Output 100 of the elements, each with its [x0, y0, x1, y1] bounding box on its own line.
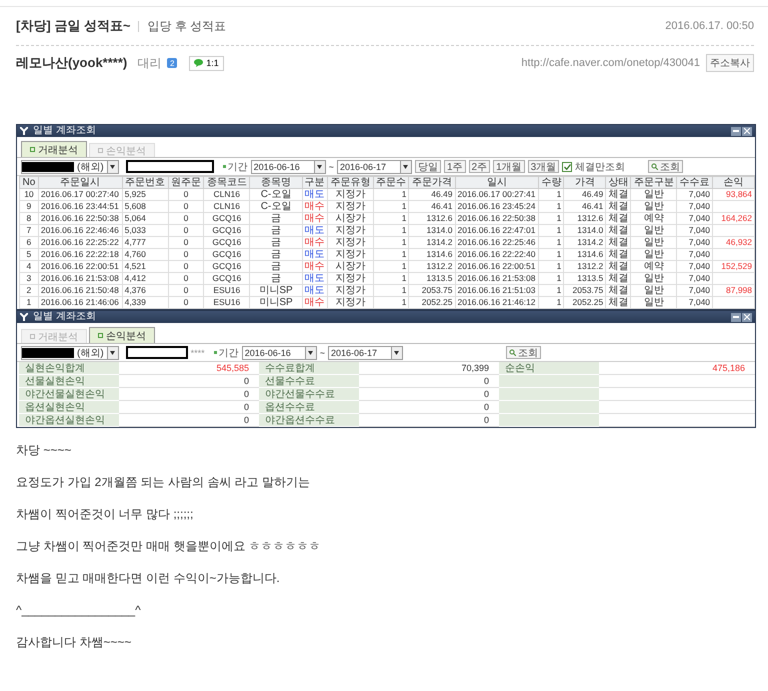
table-cell: 4: [20, 260, 38, 272]
author-name[interactable]: 레모나산(yook****): [16, 54, 128, 72]
account-dropdown[interactable]: (해외): [21, 346, 119, 360]
tab[interactable]: 손익분석: [89, 327, 155, 343]
dropdown-button[interactable]: [304, 346, 316, 358]
range-button[interactable]: 2주: [468, 160, 490, 173]
column-header[interactable]: 주문일시: [38, 176, 122, 188]
table-cell: 체결: [606, 224, 631, 236]
table-cell: ESU16: [204, 296, 250, 308]
period-label: 기간: [222, 160, 248, 174]
table-cell: 미니SP: [250, 284, 302, 296]
table-cell: 7,040: [676, 296, 713, 308]
table-cell: 2016.06.16 21:53:08: [38, 272, 122, 284]
post-text: 감사합니다 차쌤~~~~: [16, 634, 132, 650]
range-button[interactable]: 1주: [444, 160, 466, 173]
post-url[interactable]: http://cafe.naver.com/onetop/430041: [521, 57, 700, 69]
date-from-field[interactable]: 2016-06-16: [250, 160, 326, 174]
table-cell: 0: [168, 188, 204, 200]
column-header[interactable]: 종목코드: [204, 176, 250, 188]
table-cell: 일반: [630, 224, 677, 236]
column-header[interactable]: 주문번호: [122, 176, 168, 188]
post-category[interactable]: 입당 후 성적표: [147, 18, 226, 34]
column-header[interactable]: 수수료: [676, 176, 713, 188]
close-button[interactable]: [742, 312, 752, 322]
search-button[interactable]: 조회: [648, 160, 684, 173]
column-header[interactable]: 손익: [712, 176, 754, 188]
table-cell: 4,521: [122, 260, 168, 272]
table-cell: 7,040: [676, 236, 713, 248]
table-cell: 2016.06.16 22:50:38: [455, 212, 539, 224]
table-cell: 체결: [606, 200, 631, 212]
summary-label: 옵션수수료: [259, 400, 359, 414]
column-header[interactable]: 수량: [538, 176, 564, 188]
table-cell: 1: [538, 248, 564, 260]
table-cell: 7: [20, 224, 38, 236]
table-cell: 93,864: [712, 188, 754, 200]
summary-value: 0: [119, 374, 259, 388]
redaction-bar: [22, 348, 74, 358]
window-title: 일별 계좌조회: [33, 125, 96, 137]
column-header[interactable]: 주문유형: [327, 176, 374, 188]
logo-icon: [20, 127, 28, 135]
table-cell: 5,033: [122, 224, 168, 236]
column-header[interactable]: 주문가격: [408, 176, 455, 188]
table-cell: 일반: [630, 200, 677, 212]
table-cell: 2052.25: [564, 296, 606, 308]
table-cell: 0: [168, 284, 204, 296]
close-button[interactable]: [742, 126, 752, 136]
table-cell: 매수: [302, 212, 328, 224]
dropdown-button[interactable]: [106, 160, 118, 172]
table-cell: 7,040: [676, 272, 713, 284]
table-cell: 2016.06.16 22:46:46: [38, 224, 122, 236]
column-header[interactable]: 종목명: [250, 176, 302, 188]
dropdown-button[interactable]: [400, 160, 411, 172]
table-cell: 1: [373, 272, 409, 284]
dropdown-button[interactable]: [106, 346, 118, 358]
table-cell: 5,064: [122, 212, 168, 224]
table-cell: 지정가: [327, 236, 374, 248]
table-cell: 2016.06.16 21:53:08: [455, 272, 539, 284]
summary-value: 545,585: [119, 362, 259, 374]
range-button[interactable]: 1개월: [493, 160, 525, 173]
checkbox[interactable]: [562, 162, 572, 172]
column-header[interactable]: 구분: [302, 176, 328, 188]
table-cell: 일반: [630, 248, 677, 260]
summary-value: 0: [119, 414, 259, 426]
speech-bubble-icon: [194, 59, 204, 67]
close-icon: [744, 128, 750, 134]
minimize-button[interactable]: [731, 126, 741, 136]
range-button[interactable]: 3개월: [528, 160, 560, 173]
summary-label: 야간선물실현손익: [19, 388, 119, 400]
tab[interactable]: 거래분석: [21, 141, 87, 157]
date-from-field[interactable]: 2016-06-16: [242, 346, 317, 360]
account-dropdown[interactable]: (해외): [21, 160, 119, 174]
table-cell: C-오일: [250, 200, 302, 212]
summary-value: 475,186: [599, 362, 755, 374]
column-header[interactable]: No: [20, 176, 38, 188]
table-cell: 4,376: [122, 284, 168, 296]
search-button[interactable]: 조회: [506, 346, 541, 359]
table-cell: 1314.2: [564, 236, 606, 248]
table-cell: 2016.06.16 23:44:51: [38, 200, 122, 212]
column-header[interactable]: 상태: [606, 176, 631, 188]
column-header[interactable]: 원주문: [168, 176, 204, 188]
table-cell: 2052.25: [408, 296, 455, 308]
column-header[interactable]: 주문수: [373, 176, 409, 188]
minimize-icon: [733, 316, 739, 318]
table-cell: 지정가: [327, 272, 374, 284]
dropdown-button[interactable]: [390, 346, 402, 358]
date-to-field[interactable]: 2016-06-17: [336, 160, 412, 174]
column-header[interactable]: 주문구분: [630, 176, 677, 188]
column-header[interactable]: 가격: [564, 176, 606, 188]
window-title: 일별 계좌조회: [33, 311, 96, 323]
minimize-button[interactable]: [731, 312, 741, 322]
copy-address-button[interactable]: 주소복사: [706, 54, 754, 72]
dropdown-button[interactable]: [314, 160, 325, 172]
summary-value: 0: [359, 374, 499, 388]
date-to-field[interactable]: 2016-06-17: [328, 346, 403, 360]
table-cell: CLN16: [204, 200, 250, 212]
table-cell: 1: [538, 212, 564, 224]
column-header[interactable]: 일시: [455, 176, 539, 188]
table-cell: 7,040: [676, 284, 713, 296]
range-button[interactable]: 당일: [414, 160, 441, 173]
chat-button[interactable]: 1:1: [189, 56, 224, 70]
